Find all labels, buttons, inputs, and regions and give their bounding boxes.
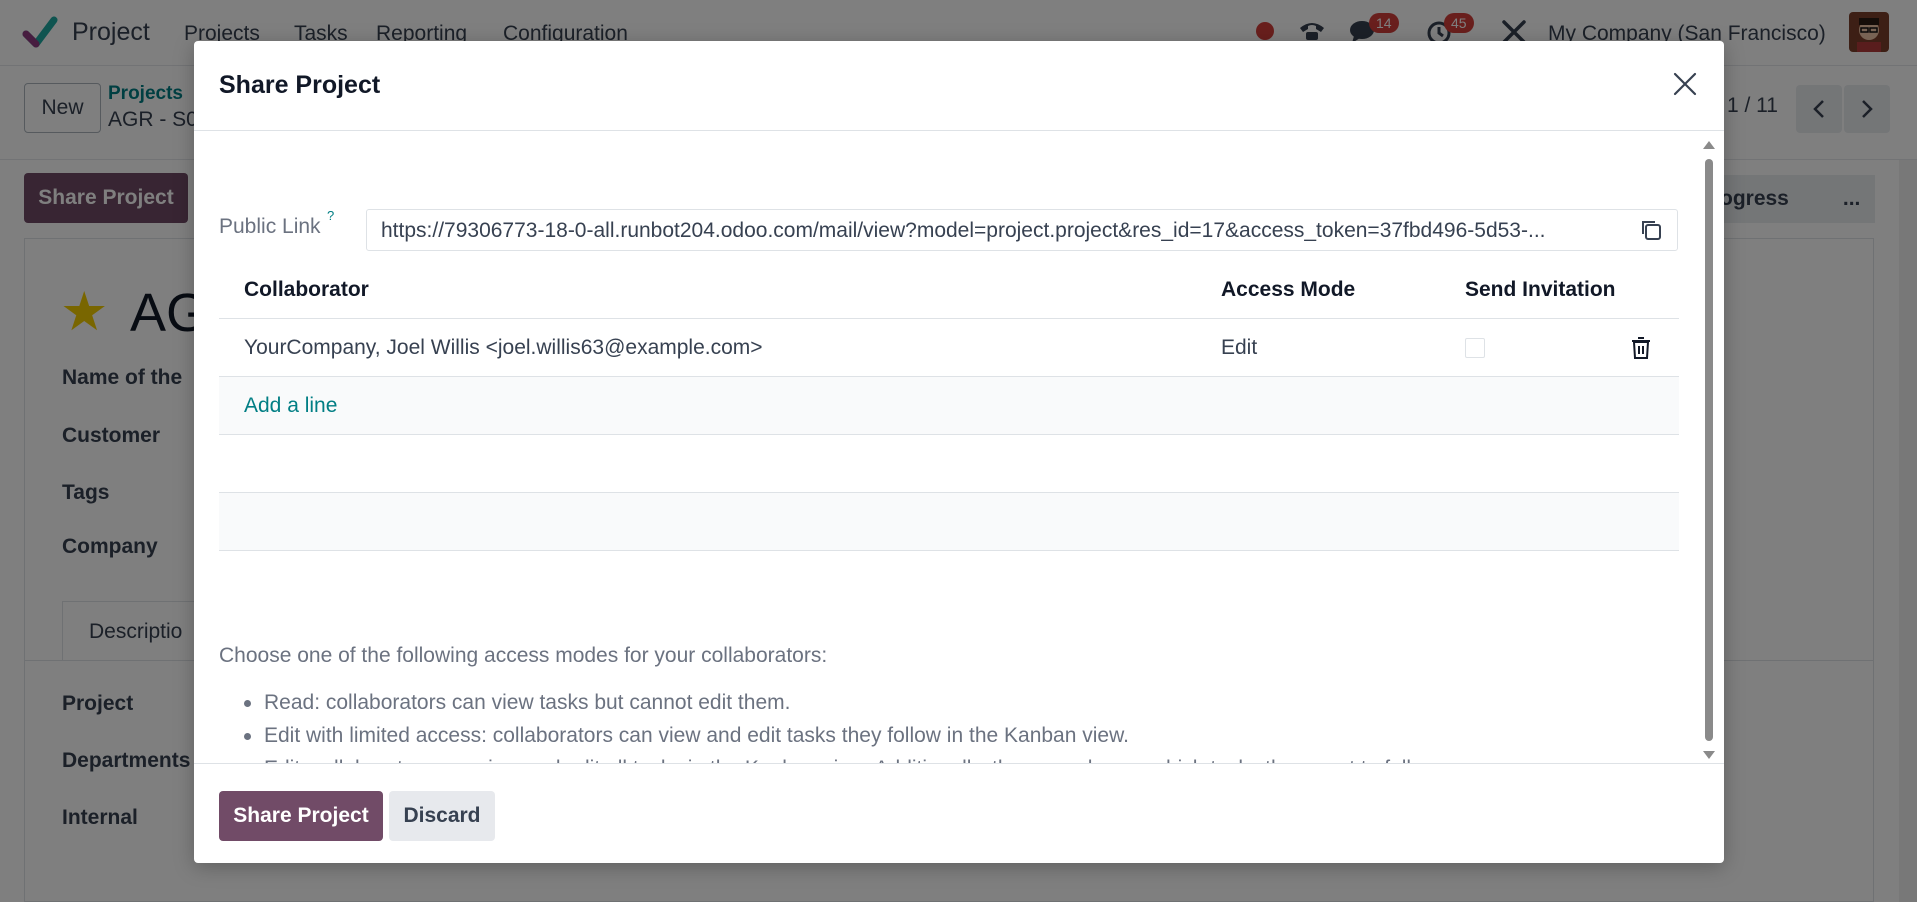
table-row[interactable]: YourCompany, Joel Willis <joel.willis63@…: [219, 319, 1679, 377]
table-header: Collaborator Access Mode Send Invitation: [219, 261, 1679, 319]
trash-icon[interactable]: [1631, 336, 1651, 360]
access-modes-intro: Choose one of the following access modes…: [219, 644, 828, 667]
access-modes-list: Read: collaborators can view tasks but c…: [244, 686, 1443, 763]
scrollbar-thumb[interactable]: [1705, 159, 1713, 741]
modal-header: Share Project: [194, 41, 1724, 131]
modal-scrollbar[interactable]: [1702, 135, 1716, 761]
copy-icon[interactable]: [1639, 218, 1663, 242]
send-invitation-checkbox[interactable]: [1465, 338, 1485, 358]
access-mode-cell[interactable]: Edit: [1221, 336, 1257, 360]
column-header-access-mode[interactable]: Access Mode: [1221, 278, 1355, 302]
scroll-down-arrow-icon[interactable]: [1703, 751, 1715, 759]
discard-button[interactable]: Discard: [389, 791, 495, 841]
list-item: Read: collaborators can view tasks but c…: [244, 686, 1443, 719]
modal-footer: Share Project Discard: [194, 763, 1724, 863]
public-link-field[interactable]: https://79306773-18-0-all.runbot204.odoo…: [366, 209, 1678, 251]
list-item: Edit with limited access: collaborators …: [244, 719, 1443, 752]
modal-title: Share Project: [219, 71, 381, 99]
scroll-up-arrow-icon[interactable]: [1703, 141, 1715, 149]
empty-row: [219, 435, 1679, 493]
collaborator-cell[interactable]: YourCompany, Joel Willis <joel.willis63@…: [244, 336, 763, 360]
modal-body: Public Link ? https://79306773-18-0-all.…: [194, 131, 1724, 763]
add-line-row[interactable]: Add a line: [219, 377, 1679, 435]
add-a-line-link[interactable]: Add a line: [244, 394, 337, 418]
empty-row: [219, 493, 1679, 551]
column-header-send-invitation[interactable]: Send Invitation: [1465, 278, 1616, 302]
share-project-dialog: Share Project Public Link ? https://7930…: [194, 41, 1724, 863]
public-link-value[interactable]: https://79306773-18-0-all.runbot204.odoo…: [381, 219, 1621, 243]
share-project-button[interactable]: Share Project: [219, 791, 383, 841]
close-icon[interactable]: [1668, 67, 1702, 101]
collaborators-table: Collaborator Access Mode Send Invitation…: [219, 261, 1679, 551]
public-link-label: Public Link: [219, 215, 321, 238]
list-item: Edit: collaborators can view and edit al…: [244, 752, 1443, 763]
public-link-help-icon[interactable]: ?: [327, 208, 334, 223]
column-header-collaborator[interactable]: Collaborator: [244, 278, 369, 302]
